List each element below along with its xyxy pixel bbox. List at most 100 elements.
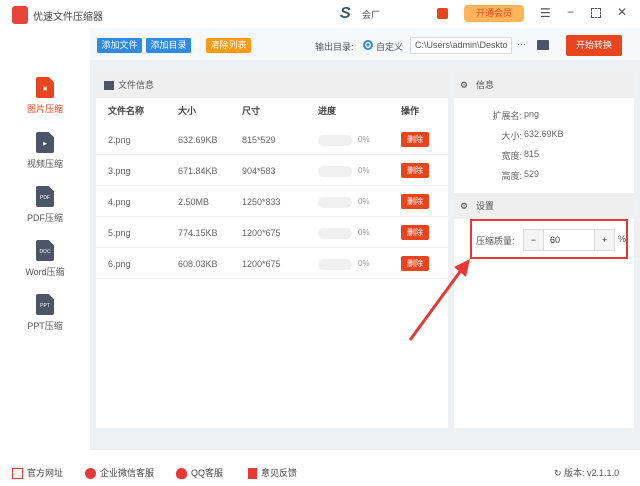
file-name: 2.png [108,135,131,145]
output-dir-label: 输出目录: [315,42,354,52]
folder-icon[interactable] [537,40,549,50]
sidebar-label: 图片压缩 [26,104,63,114]
file-size: 2.50MB [178,197,210,207]
vip-label: 开通会员 [475,8,512,18]
custom-radio[interactable] [363,40,373,50]
right-panel: ⚙ 信息 扩展名: png 大小: 632.69KB 宽度: 815 高度: 529 ⚙… [454,72,634,428]
info-value: 632.69KB [524,129,564,139]
add-file-button[interactable]: 添加文件 [97,38,142,53]
info-value: png [524,109,540,119]
progress-text: 0% [358,259,370,268]
sidebar-item-pdf[interactable]: PDF PDF压缩 [0,186,90,224]
image-file-icon: ▣ [36,77,54,98]
file-panel: 文件信息 文件名称 大小 尺寸 进度 操作 2.png 632.69KB 815… [96,72,448,428]
sidebar: ▣ 图片压缩 ▶ 视频压缩 PDF PDF压缩 DOC Word压缩 PPT P… [0,60,90,450]
vip-icon[interactable] [437,8,448,19]
website-link[interactable]: 官方网址 [12,466,63,480]
feedback-icon [248,468,257,480]
sidebar-label: Word压缩 [25,267,65,277]
table-row: 2.png 632.69KB 815*529 0% 删除 [96,125,448,155]
progress-text: 0% [358,166,370,175]
qq-icon [176,468,187,480]
minimize-icon[interactable]: − [567,5,574,19]
gear-icon: ⚙ [460,201,469,211]
sidebar-item-image[interactable]: ▣ 图片压缩 [0,77,90,115]
quality-input[interactable]: 60 [550,235,560,245]
gear-icon: ⚙ [460,80,469,90]
info-key: 高度: [501,171,522,181]
file-name: 3.png [108,166,131,176]
custom-label: 自定义 [376,42,404,52]
menu-icon[interactable]: ☰ [540,6,551,20]
pdf-file-icon: PDF [36,186,54,207]
sidebar-label: 视频压缩 [26,159,63,169]
file-dims: 1250*833 [242,197,281,207]
qq-label: QQ客服 [191,468,224,478]
sidebar-item-video[interactable]: ▶ 视频压缩 [0,132,90,170]
start-convert-button[interactable]: 开始转换 [566,35,622,56]
wechat-label: 企业微信客服 [100,468,155,478]
file-name: 4.png [108,197,131,207]
file-size: 774.15KB [178,228,218,238]
file-size: 632.69KB [178,135,218,145]
toolbar: 添加文件 添加目录 清除列表 输出目录: 自定义 C:\Users\admin\… [90,28,640,60]
feedback-link[interactable]: 意见反馈 [248,466,298,480]
file-dims: 904*583 [242,166,276,176]
add-directory-button[interactable]: 添加目录 [146,38,191,53]
info-title: 信息 [476,80,495,90]
settings-title: 设置 [476,201,495,211]
file-panel-header: 文件信息 [96,72,448,98]
refresh-icon[interactable]: ↻ [554,468,564,478]
brand-text: 会厂 [362,10,381,20]
brand-logo-icon: S [340,5,351,22]
app-title: 优速文件压缩器 [33,12,103,23]
col-size: 大小 [178,106,197,116]
app-logo [12,6,28,24]
file-name: 5.png [108,228,131,238]
delete-button[interactable]: 删除 [401,163,429,178]
quality-highlight-box: 压缩质量: − 60 + % [470,219,628,259]
qq-support-link[interactable]: QQ客服 [176,466,224,480]
website-icon [12,468,23,480]
info-header: ⚙ 信息 [454,72,634,98]
col-action: 操作 [401,106,420,116]
ppt-file-icon: PPT [36,294,54,315]
clear-list-button[interactable]: 清除列表 [206,38,251,53]
maximize-icon[interactable] [591,8,601,18]
close-icon[interactable]: ✕ [617,5,627,19]
video-file-icon: ▶ [36,132,54,153]
version-info: ↻ 版本: v2.1.1.0 [554,466,619,479]
delete-button[interactable]: 删除 [401,132,429,147]
quality-stepper[interactable]: − 60 + [523,229,615,251]
wechat-support-link[interactable]: 企业微信客服 [85,466,155,480]
file-size: 608.03KB [178,259,218,269]
vip-button[interactable]: 开通会员 [464,5,524,22]
file-dims: 1200*675 [242,228,281,238]
delete-button[interactable]: 删除 [401,194,429,209]
progress-bar [318,166,352,177]
version-label: 版本: v2.1.1.0 [564,468,620,478]
progress-text: 0% [358,228,370,237]
sidebar-item-ppt[interactable]: PPT PPT压缩 [0,294,90,332]
progress-text: 0% [358,197,370,206]
progress-text: 0% [358,135,370,144]
annotation-arrow [408,259,470,341]
table-row: 6.png 608.03KB 1200*675 0% 删除 [96,249,448,279]
increase-button[interactable]: + [594,230,614,250]
progress-bar [318,197,352,208]
col-dims: 尺寸 [242,106,261,116]
quality-label: 压缩质量: [476,236,515,246]
table-row: 4.png 2.50MB 1250*833 0% 删除 [96,187,448,217]
info-key: 宽度: [501,151,522,161]
quality-unit: % [618,234,627,244]
image-icon [104,81,114,90]
delete-button[interactable]: 删除 [401,225,429,240]
browse-more-button[interactable]: ··· [517,39,526,49]
file-panel-title: 文件信息 [118,80,155,90]
file-size: 671.84KB [178,166,218,176]
feedback-label: 意见反馈 [261,468,298,478]
output-path-input[interactable]: C:\Users\admin\Deskto [410,37,512,54]
col-progress: 进度 [318,106,337,116]
decrease-button[interactable]: − [524,230,544,250]
sidebar-item-word[interactable]: DOC Word压缩 [0,240,90,278]
